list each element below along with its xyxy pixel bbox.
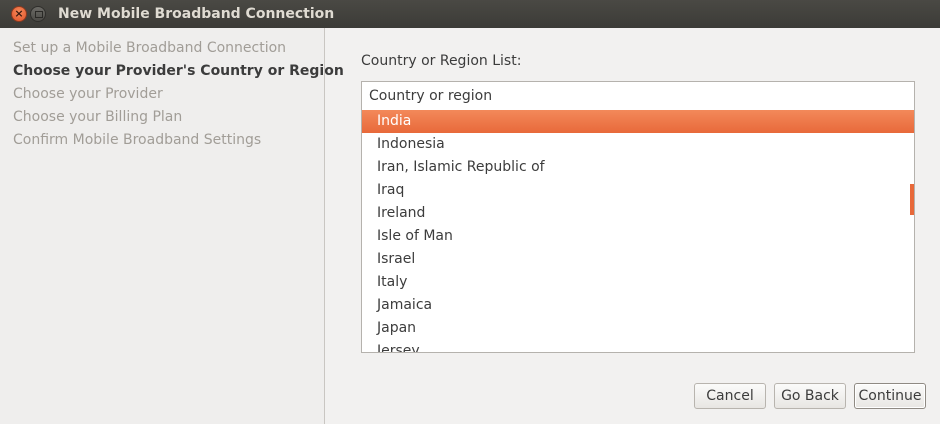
column-header-country[interactable]: Country or region [362, 82, 914, 111]
list-scrollbar-thumb[interactable] [910, 184, 914, 215]
country-list-label: Country or Region List: [361, 53, 522, 69]
maximize-icon [35, 11, 43, 18]
list-item[interactable]: Iran, Islamic Republic of [362, 156, 914, 179]
sidebar-step-billing-plan: Choose your Billing Plan [13, 109, 183, 125]
close-icon: × [14, 7, 24, 20]
close-window-button[interactable]: × [11, 6, 27, 22]
list-item[interactable]: Italy [362, 271, 914, 294]
sidebar-step-setup: Set up a Mobile Broadband Connection [13, 40, 287, 56]
list-item[interactable]: Israel [362, 248, 914, 271]
list-item[interactable]: India [362, 110, 914, 133]
assistant-sidebar: Set up a Mobile Broadband Connection Cho… [0, 28, 344, 424]
sidebar-step-confirm: Confirm Mobile Broadband Settings [13, 132, 262, 148]
list-item[interactable]: Jamaica [362, 294, 914, 317]
column-header-label: Country or region [369, 88, 493, 104]
maximize-window-button[interactable] [30, 6, 46, 22]
list-item[interactable]: Ireland [362, 202, 914, 225]
window-title: New Mobile Broadband Connection [58, 6, 335, 22]
sidebar-step-provider: Choose your Provider [13, 86, 163, 102]
list-item[interactable]: Isle of Man [362, 225, 914, 248]
list-item[interactable]: Indonesia [362, 133, 914, 156]
go-back-button[interactable]: Go Back [774, 383, 846, 409]
country-list[interactable]: Country or region India Indonesia Iran, … [361, 81, 915, 353]
cancel-button[interactable]: Cancel [694, 383, 766, 409]
list-item[interactable]: Jersey [362, 340, 914, 352]
list-item[interactable]: Iraq [362, 179, 914, 202]
sidebar-step-country: Choose your Provider's Country or Region [13, 63, 344, 79]
title-bar: × New Mobile Broadband Connection [0, 0, 940, 28]
continue-button[interactable]: Continue [854, 383, 926, 409]
list-item[interactable]: Japan [362, 317, 914, 340]
